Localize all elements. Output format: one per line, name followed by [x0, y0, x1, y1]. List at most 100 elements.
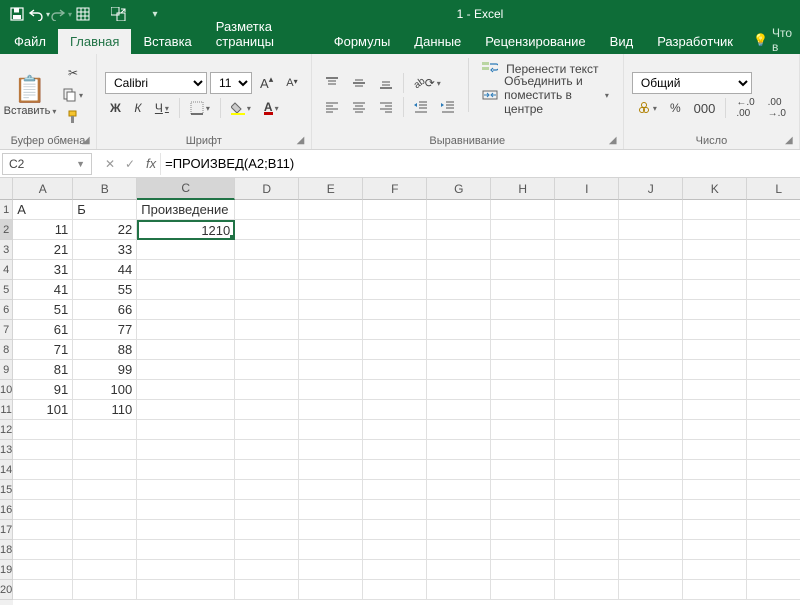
cell[interactable]: [235, 480, 299, 500]
cell[interactable]: [683, 440, 747, 460]
cell[interactable]: [555, 260, 619, 280]
cell[interactable]: [73, 420, 137, 440]
row-header[interactable]: 2: [0, 220, 13, 240]
cell[interactable]: [73, 540, 137, 560]
paste-button[interactable]: 📋 Вставить▾: [8, 58, 52, 132]
cell[interactable]: [683, 320, 747, 340]
cell[interactable]: [299, 420, 363, 440]
row-header[interactable]: 18: [0, 540, 13, 560]
cell[interactable]: [73, 520, 137, 540]
cell[interactable]: Произведение: [137, 200, 235, 220]
cell[interactable]: [363, 200, 427, 220]
cell[interactable]: [235, 540, 299, 560]
cell[interactable]: [13, 500, 73, 520]
cell[interactable]: [427, 520, 491, 540]
cell[interactable]: [299, 360, 363, 380]
cell[interactable]: [427, 360, 491, 380]
cell[interactable]: 99: [73, 360, 137, 380]
row-header[interactable]: 8: [0, 340, 13, 360]
decrease-indent-button[interactable]: [409, 97, 433, 117]
cell[interactable]: [235, 240, 299, 260]
cell[interactable]: 44: [73, 260, 137, 280]
cell[interactable]: [235, 520, 299, 540]
cell[interactable]: [235, 500, 299, 520]
cell[interactable]: [747, 280, 800, 300]
column-header-H[interactable]: H: [491, 178, 555, 200]
cell[interactable]: [137, 380, 235, 400]
cell[interactable]: Б: [73, 200, 137, 220]
cell[interactable]: [747, 300, 800, 320]
cell[interactable]: [363, 240, 427, 260]
row-header[interactable]: 5: [0, 280, 13, 300]
cell[interactable]: [363, 280, 427, 300]
accounting-format-button[interactable]: ▾: [632, 98, 662, 118]
cell[interactable]: [73, 560, 137, 580]
cell[interactable]: [619, 460, 683, 480]
cell[interactable]: [13, 580, 73, 600]
tell-me[interactable]: 💡 Что в: [745, 26, 800, 54]
redo-icon[interactable]: ▾: [50, 3, 72, 25]
save-icon[interactable]: [6, 3, 28, 25]
cell[interactable]: [299, 340, 363, 360]
cell[interactable]: [491, 520, 555, 540]
cell[interactable]: [619, 300, 683, 320]
cell[interactable]: [363, 460, 427, 480]
cell[interactable]: [235, 200, 299, 220]
cell[interactable]: [683, 200, 747, 220]
cell[interactable]: [363, 400, 427, 420]
cell[interactable]: [299, 240, 363, 260]
cell[interactable]: [137, 360, 235, 380]
cell[interactable]: [427, 560, 491, 580]
cell[interactable]: [235, 320, 299, 340]
cell[interactable]: [363, 560, 427, 580]
cell[interactable]: [555, 540, 619, 560]
cell[interactable]: [137, 460, 235, 480]
cell[interactable]: [299, 440, 363, 460]
cell[interactable]: [299, 460, 363, 480]
cell[interactable]: [683, 380, 747, 400]
alignment-launcher-icon[interactable]: ◢: [609, 135, 621, 147]
row-header[interactable]: 10: [0, 380, 13, 400]
cell[interactable]: [747, 360, 800, 380]
cell[interactable]: [235, 460, 299, 480]
cell[interactable]: [363, 420, 427, 440]
row-header[interactable]: 7: [0, 320, 13, 340]
tab-home[interactable]: Главная: [58, 29, 131, 54]
cell[interactable]: [137, 260, 235, 280]
cell[interactable]: [491, 500, 555, 520]
cell[interactable]: [491, 240, 555, 260]
cell[interactable]: [427, 380, 491, 400]
cell[interactable]: А: [13, 200, 73, 220]
row-header[interactable]: 17: [0, 520, 13, 540]
increase-indent-button[interactable]: [436, 97, 460, 117]
cell[interactable]: [235, 420, 299, 440]
format-painter-button[interactable]: [58, 107, 88, 127]
cell[interactable]: [683, 260, 747, 280]
cell[interactable]: [363, 260, 427, 280]
column-header-G[interactable]: G: [427, 178, 491, 200]
cell[interactable]: [619, 500, 683, 520]
qat-pivot-icon[interactable]: [108, 3, 130, 25]
cell[interactable]: 110: [73, 400, 137, 420]
tab-data[interactable]: Данные: [402, 29, 473, 54]
tab-developer[interactable]: Разработчик: [645, 29, 745, 54]
font-launcher-icon[interactable]: ◢: [297, 135, 309, 147]
cell[interactable]: [491, 480, 555, 500]
cell[interactable]: [299, 520, 363, 540]
cell[interactable]: [491, 300, 555, 320]
row-header[interactable]: 11: [0, 400, 13, 420]
cell[interactable]: [491, 580, 555, 600]
cell[interactable]: [235, 300, 299, 320]
cell[interactable]: [747, 320, 800, 340]
cell[interactable]: [619, 360, 683, 380]
cell[interactable]: [683, 460, 747, 480]
column-header-A[interactable]: A: [13, 178, 73, 200]
cell[interactable]: [491, 360, 555, 380]
cell[interactable]: [137, 300, 235, 320]
cell[interactable]: [299, 480, 363, 500]
cell[interactable]: 11: [13, 220, 73, 240]
cell[interactable]: 61: [13, 320, 73, 340]
cell[interactable]: [363, 220, 427, 240]
cell[interactable]: [619, 480, 683, 500]
cell[interactable]: [299, 500, 363, 520]
